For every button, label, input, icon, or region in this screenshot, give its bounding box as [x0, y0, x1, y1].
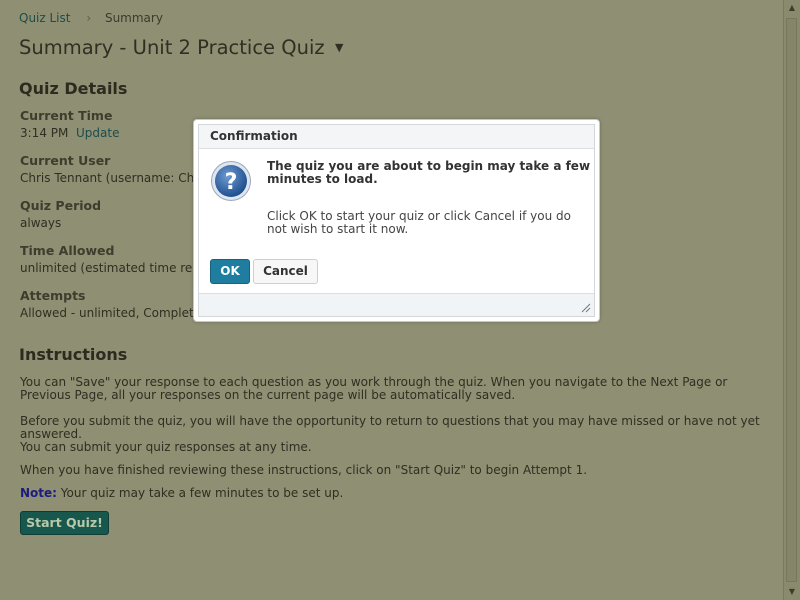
chevron-right-icon: › — [86, 11, 92, 25]
scroll-down-arrow-icon[interactable]: ▼ — [784, 584, 800, 600]
confirmation-dialog: Confirmation ? The quiz you are about to… — [193, 119, 600, 322]
time-allowed-label: Time Allowed — [20, 243, 115, 258]
scrollbar-thumb[interactable] — [786, 18, 797, 582]
page-title: Summary - Unit 2 Practice Quiz — [19, 36, 325, 59]
current-user-value: Chris Tennant (username: Chr — [20, 171, 200, 185]
time-allowed-value: unlimited (estimated time requ — [20, 261, 208, 275]
quiz-period-value: always — [20, 216, 62, 230]
resize-grip-icon[interactable] — [581, 303, 591, 313]
breadcrumb-quiz-list-link[interactable]: Quiz List — [19, 11, 70, 25]
breadcrumb: Quiz List › Summary — [19, 11, 163, 25]
instructions-note: Note: Your quiz may take a few minutes t… — [20, 487, 760, 500]
instructions-paragraph-save: You can "Save" your response to each que… — [20, 375, 728, 402]
start-quiz-button[interactable]: Start Quiz! — [20, 511, 109, 535]
current-time-label: Current Time — [20, 108, 113, 123]
current-time-value: 3:14 PM Update — [20, 126, 119, 140]
breadcrumb-current: Summary — [104, 11, 163, 25]
quiz-period-label: Quiz Period — [20, 198, 102, 213]
dialog-footer — [199, 293, 594, 316]
cancel-button[interactable]: Cancel — [253, 259, 318, 284]
caret-down-icon[interactable]: ▼ — [335, 41, 343, 54]
quiz-details-heading: Quiz Details — [19, 79, 128, 98]
question-mark-icon: ? — [211, 161, 251, 201]
ok-button[interactable]: OK — [210, 259, 250, 284]
vertical-scrollbar[interactable]: ▲ ▼ — [783, 0, 800, 600]
current-time-text: 3:14 PM — [20, 126, 69, 140]
instructions-paragraph-review: Before you submit the quiz, you will hav… — [20, 414, 760, 441]
dialog-body: Confirmation ? The quiz you are about to… — [198, 124, 595, 317]
attempts-label: Attempts — [20, 288, 86, 303]
instructions-paragraph-submit: You can submit your quiz responses at an… — [20, 440, 312, 454]
instructions-heading: Instructions — [19, 345, 128, 364]
update-time-link[interactable]: Update — [76, 126, 119, 140]
current-user-label: Current User — [20, 153, 111, 168]
note-text: Your quiz may take a few minutes to be s… — [60, 486, 344, 500]
scroll-up-arrow-icon[interactable]: ▲ — [784, 0, 800, 16]
dialog-submessage: Click OK to start your quiz or click Can… — [267, 209, 572, 236]
instructions-paragraph-start: When you have finished reviewing these i… — [20, 463, 588, 477]
dialog-message: The quiz you are about to begin may take… — [267, 159, 591, 186]
svg-text:?: ? — [225, 170, 238, 195]
attempts-value: Allowed - unlimited, Complete — [20, 306, 202, 320]
dialog-title: Confirmation — [199, 125, 594, 149]
note-label: Note: — [20, 486, 57, 500]
